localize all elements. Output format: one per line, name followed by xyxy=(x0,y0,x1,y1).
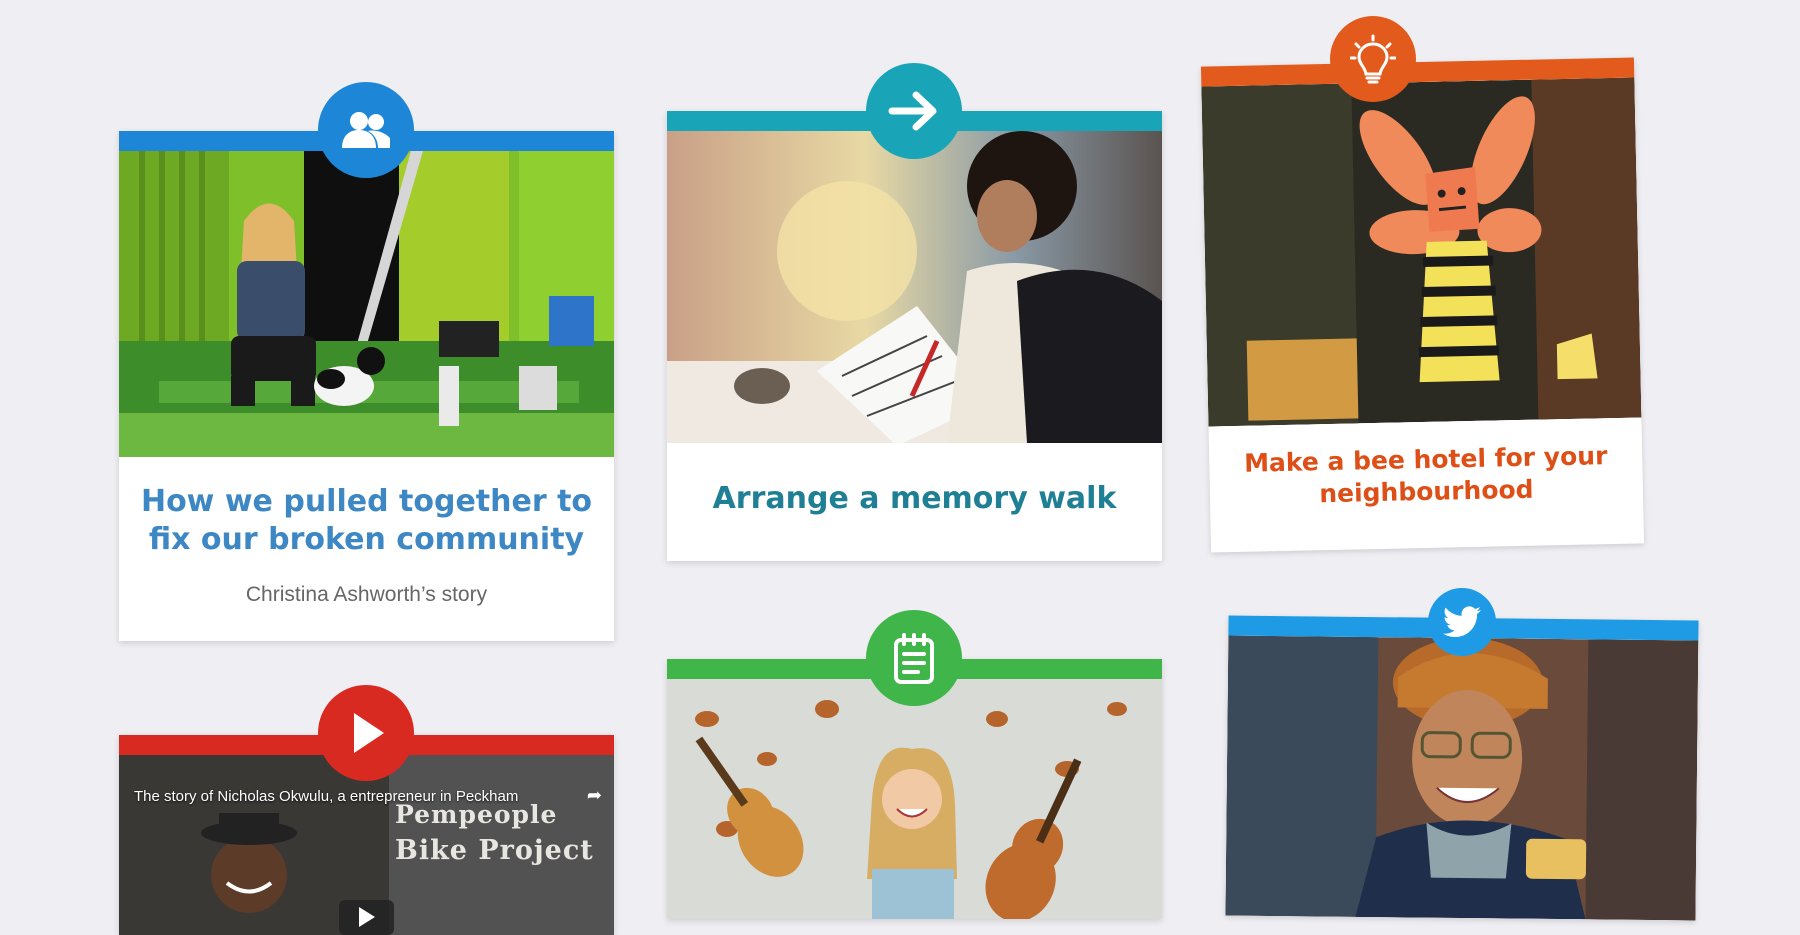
idea-card-bee-hotel[interactable]: Make a bee hotel for your neighbourhood xyxy=(1200,57,1645,553)
card-title[interactable]: Arrange a memory walk xyxy=(687,480,1142,518)
share-icon[interactable]: ➦ xyxy=(587,785,602,806)
card-title[interactable]: How we pulled together to fix our broken… xyxy=(139,483,594,560)
social-card-twitter[interactable] xyxy=(1225,615,1699,921)
sign-line-1: Pempeople xyxy=(395,800,558,829)
play-icon[interactable] xyxy=(318,685,414,781)
story-card-community[interactable]: How we pulled together to fix our broken… xyxy=(119,131,614,641)
notepad-icon xyxy=(866,610,962,706)
card-title[interactable]: Make a bee hotel for your neighbourhood xyxy=(1229,440,1623,512)
idea-card-memory-walk[interactable]: Arrange a memory walk xyxy=(667,111,1162,561)
smiling-woman-photo xyxy=(1225,635,1699,921)
arrow-right-icon[interactable] xyxy=(866,63,962,159)
lightbulb-icon xyxy=(1330,16,1416,102)
twitter-bird-icon[interactable] xyxy=(1428,588,1496,656)
bee-craft-photo xyxy=(1201,77,1642,427)
people-icon xyxy=(318,82,414,178)
guitars-photo xyxy=(667,679,1162,919)
drawing-woman-photo xyxy=(667,131,1162,443)
card-subtitle: Christina Ashworth’s story xyxy=(245,583,488,606)
community-photo xyxy=(119,151,614,457)
sign-line-2: Bike Project xyxy=(395,835,594,866)
video-thumbnail[interactable]: The story of Nicholas Okwulu, a entrepre… xyxy=(119,755,614,935)
